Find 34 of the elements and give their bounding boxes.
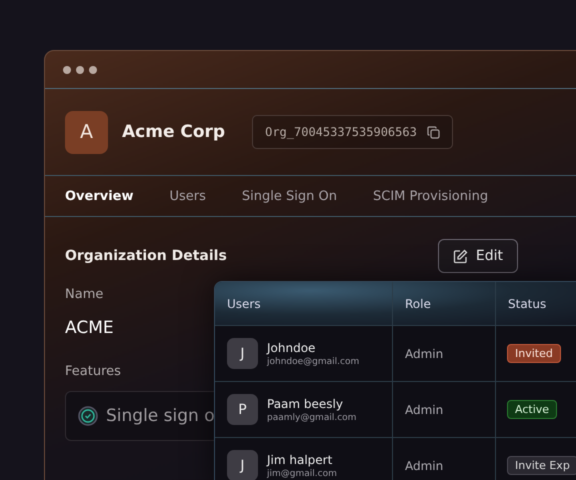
tab[interactable]: SCIM Provisioning (372, 188, 488, 204)
user-avatar: J (227, 450, 258, 480)
org-avatar: A (65, 110, 108, 154)
column-header: Role (393, 282, 496, 325)
edit-icon (452, 248, 468, 264)
status-badge: Active (507, 400, 558, 419)
column-header: Users (215, 282, 393, 325)
tab[interactable]: Users (170, 188, 206, 204)
status-badge: Invite Exp (507, 456, 576, 475)
role-cell: Admin (405, 402, 444, 416)
copy-icon[interactable] (426, 126, 440, 138)
column-header: Status (496, 282, 576, 325)
user-name: Paam beesly (267, 396, 344, 410)
user-email: paamly@gmail.com (267, 412, 356, 422)
user-email: johndoe@gmail.com (267, 356, 360, 366)
tab[interactable]: Single Sign On (242, 188, 337, 204)
edit-button[interactable]: Edit (438, 239, 518, 273)
user-name: Johndoe (267, 340, 316, 354)
section-title: Organization Details (65, 248, 227, 264)
name-value: ACME (65, 318, 115, 338)
user-name: Jim halpert (267, 452, 334, 466)
role-cell: Admin (405, 458, 444, 472)
feature-label: Single sign o (106, 406, 215, 426)
tab[interactable]: Overview (65, 188, 134, 204)
org-name: Acme Corp (122, 122, 226, 142)
user-avatar: P (227, 394, 258, 425)
role-cell: Admin (405, 346, 444, 360)
user-email: jim@gmail.com (267, 468, 337, 478)
field-label: Name (65, 287, 104, 302)
window-dots-icon (63, 66, 97, 74)
status-badge: Invited (507, 344, 561, 363)
field-label: Features (65, 364, 122, 379)
org-id: Org_70045337535906563 (265, 125, 417, 139)
user-avatar: J (227, 338, 258, 369)
